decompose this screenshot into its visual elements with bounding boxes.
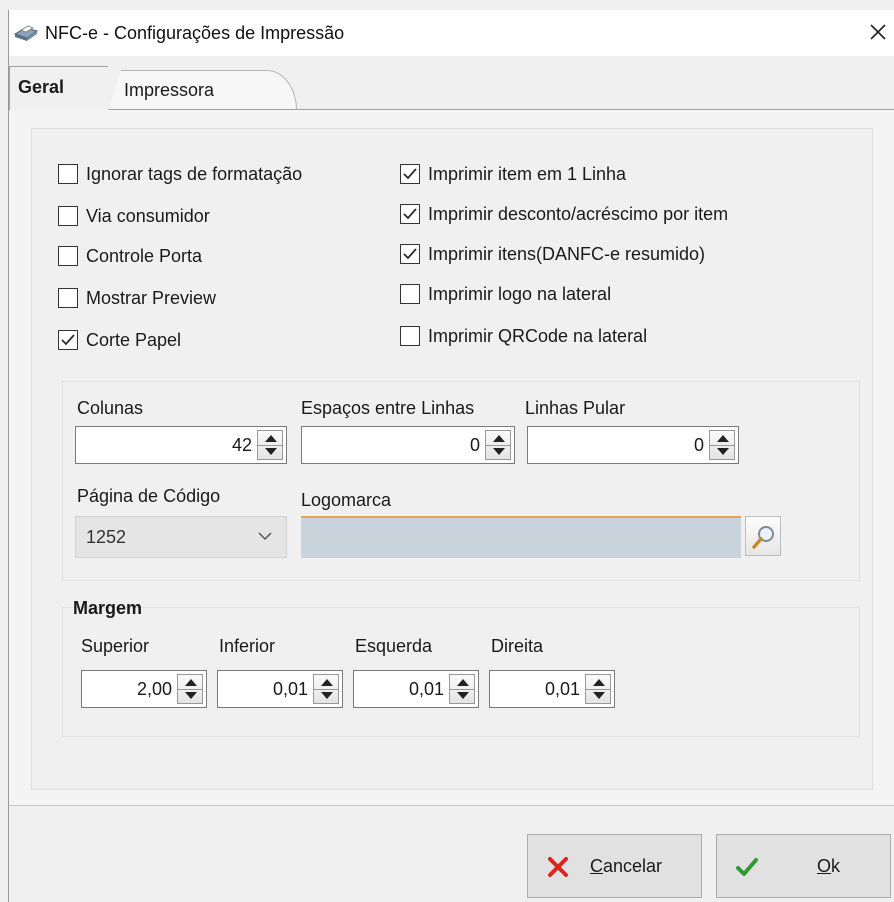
esquerda-label: Esquerda: [355, 636, 433, 656]
magnifier-icon: [752, 526, 774, 549]
inferior-value: 0,01: [272, 679, 308, 699]
colunas-value: 42: [231, 435, 252, 455]
checkbox-box[interactable]: [58, 246, 78, 266]
checkbox-label: Imprimir item em 1 Linha: [428, 164, 627, 184]
spin-arrows-icon[interactable]: [257, 430, 283, 460]
spin-arrows-icon[interactable]: [449, 674, 475, 704]
checkbox-box[interactable]: [58, 164, 78, 184]
options-frame: Ignorar tags de formatação Via consumido…: [31, 128, 873, 790]
spin-arrows-icon[interactable]: [709, 430, 735, 460]
colunas-spinner[interactable]: 42: [75, 426, 287, 464]
cancel-x-icon: [548, 857, 568, 877]
printer-icon: [13, 25, 39, 41]
cancel-label: Cancelar: [590, 856, 663, 876]
pagina-codigo-value: 1252: [86, 527, 127, 547]
cancel-button[interactable]: Cancelar: [527, 834, 702, 898]
spin-arrows-icon[interactable]: [585, 674, 611, 704]
colunas-label: Colunas: [77, 398, 144, 418]
checkbox-label: Controle Porta: [86, 246, 203, 266]
checkbox-box[interactable]: [400, 244, 420, 264]
pagina-codigo-label: Página de Código: [77, 486, 221, 506]
checkbox-label: Imprimir logo na lateral: [428, 284, 612, 304]
direita-value: 0,01: [544, 679, 580, 699]
espacos-value: 0: [469, 435, 480, 455]
linhas-pular-value: 0: [693, 435, 704, 455]
linhas-pular-label: Linhas Pular: [525, 398, 626, 418]
spin-arrows-icon[interactable]: [313, 674, 339, 704]
checkbox-box[interactable]: [400, 164, 420, 184]
checkbox-box[interactable]: [400, 326, 420, 346]
direita-spinner[interactable]: 0,01: [489, 670, 615, 708]
superior-spinner[interactable]: 2,00: [81, 670, 207, 708]
tab-panel-geral: Ignorar tags de formatação Via consumido…: [9, 109, 894, 806]
browse-logo-button[interactable]: [745, 516, 781, 556]
logomarca-label: Logomarca: [301, 490, 392, 510]
checkbox-box[interactable]: [400, 284, 420, 304]
checkmark-icon: [403, 168, 417, 180]
tab-geral[interactable]: Geral: [9, 66, 122, 111]
margem-group: Margem Superior 2,00 Inferior 0,01 Esque…: [62, 598, 860, 737]
checkbox-box[interactable]: [58, 288, 78, 308]
ok-label: Ok: [817, 856, 841, 876]
close-button[interactable]: [861, 14, 894, 50]
direita-label: Direita: [491, 636, 544, 656]
tab-impressora[interactable]: Impressora: [107, 70, 297, 110]
close-icon: [870, 24, 886, 40]
spin-arrows-icon[interactable]: [485, 430, 511, 460]
espacos-label: Espaços entre Linhas: [301, 398, 475, 418]
window-title: NFC-e - Configurações de Impressão: [45, 23, 345, 43]
layout-group: Colunas 42 Espaços entre Linhas 0 Linhas…: [62, 381, 860, 581]
pagina-codigo-select[interactable]: 1252: [75, 516, 287, 558]
ok-button[interactable]: Ok: [716, 834, 891, 898]
checkbox-label: Mostrar Preview: [86, 288, 217, 308]
tab-strip: Impressora Geral: [9, 66, 894, 111]
checkbox-label: Via consumidor: [86, 206, 210, 226]
checkmark-icon: [403, 248, 417, 260]
checkbox-box[interactable]: [58, 206, 78, 226]
dialog-window: NFC-e - Configurações de Impressão Impre…: [8, 10, 894, 902]
superior-value: 2,00: [136, 679, 172, 699]
checkmark-icon: [61, 334, 75, 346]
checkmark-icon: [403, 208, 417, 220]
checkbox-label: Imprimir itens(DANFC-e resumido): [428, 244, 706, 264]
logomarca-field[interactable]: [301, 516, 741, 558]
checkbox-label: Imprimir desconto/acréscimo por item: [428, 204, 729, 224]
superior-label: Superior: [81, 636, 150, 656]
checkbox-label: Imprimir QRCode na lateral: [428, 326, 648, 346]
chevron-down-icon: [258, 532, 272, 541]
esquerda-spinner[interactable]: 0,01: [353, 670, 479, 708]
margem-title: Margem: [73, 598, 143, 618]
title-bar: NFC-e - Configurações de Impressão: [9, 10, 894, 56]
checkbox-box[interactable]: [58, 330, 78, 350]
checkmark-icon: [736, 858, 758, 876]
checkbox-box[interactable]: [400, 204, 420, 224]
inferior-label: Inferior: [219, 636, 276, 656]
inferior-spinner[interactable]: 0,01: [217, 670, 343, 708]
checkbox-label: Corte Papel: [86, 330, 182, 350]
checkbox-label: Ignorar tags de formatação: [86, 164, 303, 184]
esquerda-value: 0,01: [408, 679, 444, 699]
spin-arrows-icon[interactable]: [177, 674, 203, 704]
espacos-spinner[interactable]: 0: [301, 426, 515, 464]
linhas-pular-spinner[interactable]: 0: [527, 426, 739, 464]
